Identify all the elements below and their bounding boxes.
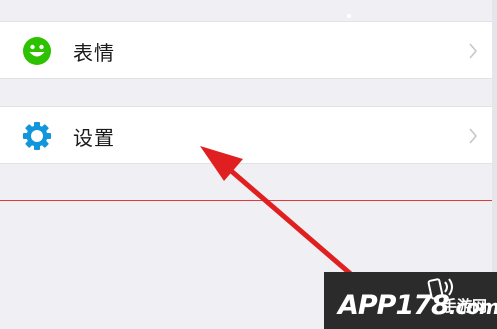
chevron-right-icon: [468, 128, 478, 144]
gear-icon: [22, 121, 52, 151]
divider-line: [0, 200, 497, 201]
watermark: APP178.com 手游网: [324, 272, 497, 329]
watermark-sub-label: 手游网: [442, 297, 488, 315]
menu-item-label: 设置: [73, 126, 115, 150]
smiley-icon: [22, 36, 52, 66]
settings-screen: 表情 设置 APP178.com 手游网: [0, 0, 497, 329]
menu-item-expressions[interactable]: 表情: [0, 21, 492, 79]
decorative-speck: [347, 14, 351, 18]
menu-item-settings[interactable]: 设置: [0, 106, 492, 164]
menu-item-label: 表情: [73, 41, 115, 65]
chevron-right-icon: [468, 43, 478, 59]
